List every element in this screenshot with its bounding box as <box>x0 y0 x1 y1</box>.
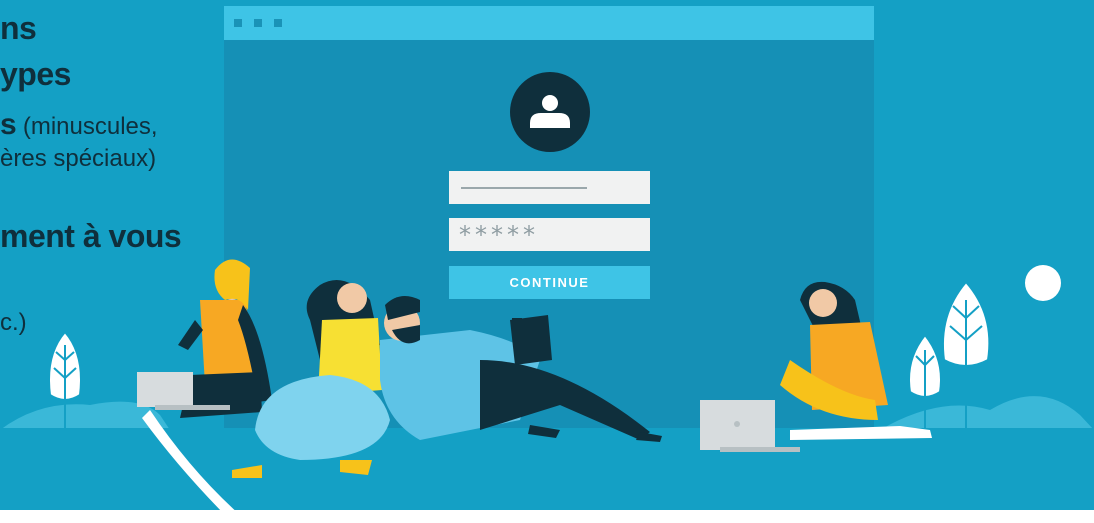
person-woman-right <box>700 281 932 452</box>
person-man <box>380 296 662 442</box>
hill-right <box>880 396 1094 430</box>
illustration-stage: ns ypes s (minuscules, ères spéciaux) me… <box>0 0 1094 510</box>
scene-artwork <box>0 259 1094 510</box>
moon-icon <box>1025 265 1061 301</box>
